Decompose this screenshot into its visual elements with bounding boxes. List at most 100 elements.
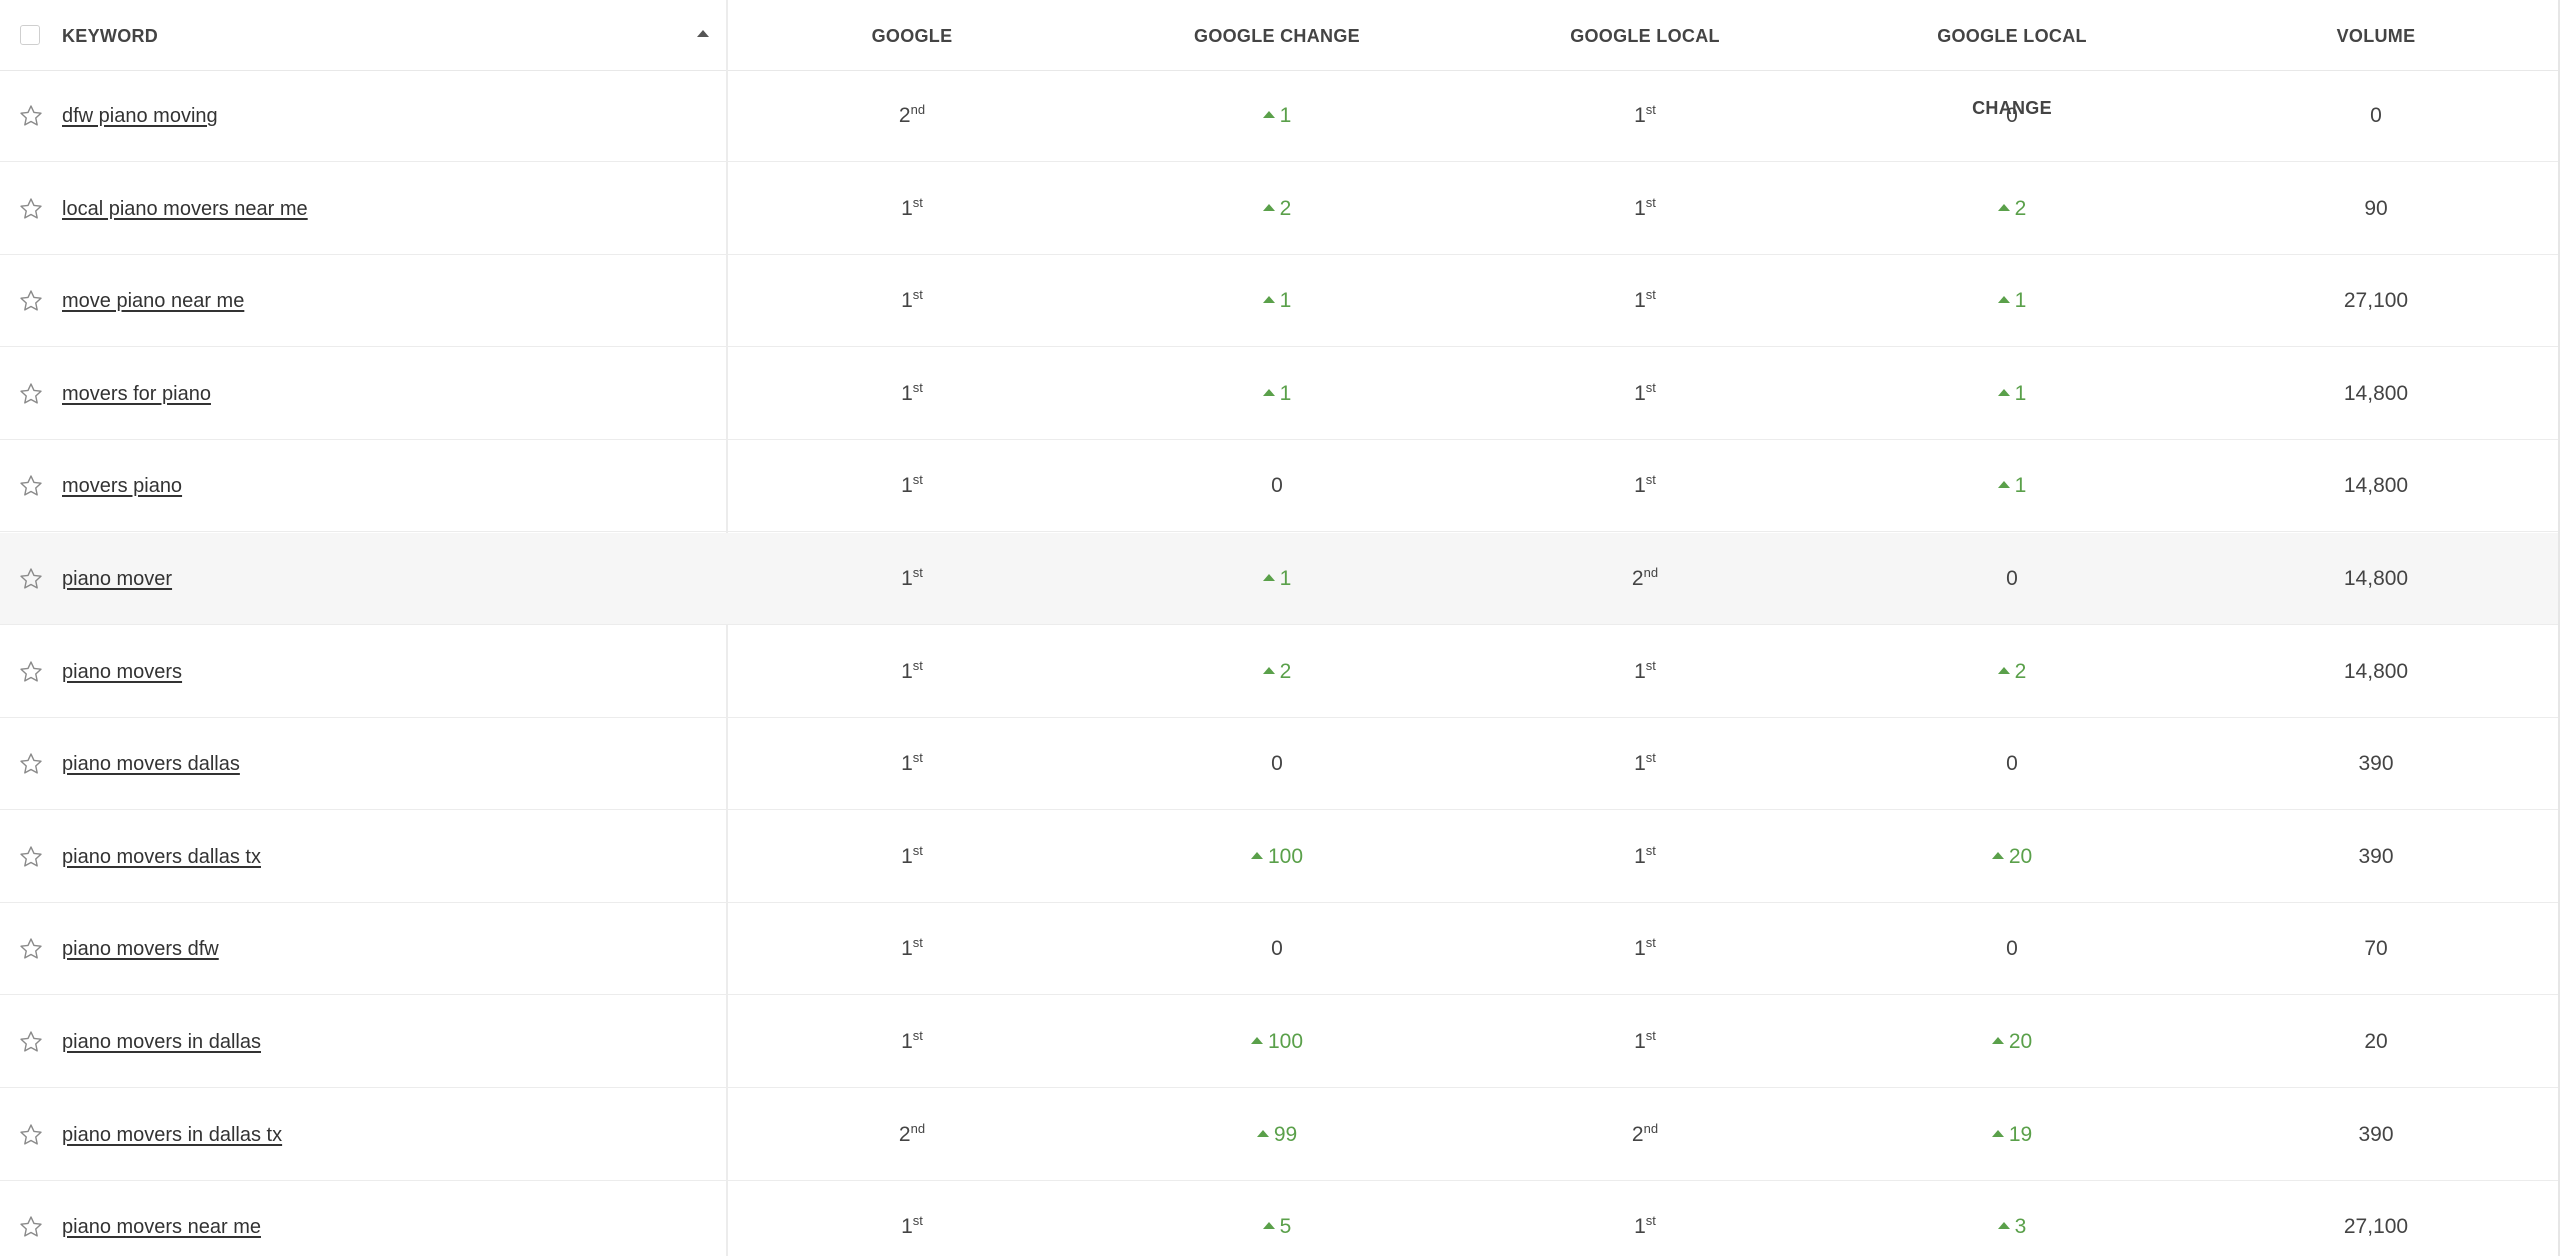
google-change: 1 — [1177, 533, 1377, 625]
table-row[interactable]: piano mover 1st 1 2nd 0 14,800 — [0, 533, 2558, 625]
rank-number: 2 — [898, 1122, 911, 1146]
rank-suffix: st — [1645, 750, 1656, 766]
keyword-link[interactable]: piano movers dallas tx — [62, 811, 261, 903]
arrow-up-icon — [1262, 111, 1275, 118]
column-header-keyword[interactable]: KEYWORD — [62, 0, 158, 70]
keyword-link[interactable]: piano movers in dallas tx — [62, 1089, 282, 1181]
keyword-link[interactable]: dfw piano moving — [62, 70, 218, 162]
star-icon[interactable] — [18, 751, 44, 777]
search-volume: 27,100 — [2343, 1215, 2409, 1239]
star-icon[interactable] — [18, 844, 44, 870]
table-row[interactable]: piano movers dfw 1st 0 1st 0 70 — [0, 903, 2558, 996]
rank-suffix: st — [912, 194, 923, 210]
star-icon[interactable] — [18, 936, 44, 962]
column-header-volume[interactable]: VOLUME — [2276, 0, 2476, 70]
search-volume: 70 — [2364, 937, 2388, 961]
google-local-rank: 1st — [1545, 440, 1745, 532]
rank-suffix: st — [1645, 379, 1656, 395]
rank-number: 1 — [1634, 659, 1646, 683]
arrow-up-icon — [1997, 296, 2010, 304]
rank-number: 1 — [901, 381, 913, 405]
table-row[interactable]: movers for piano 1st 1 1st 1 14,800 — [0, 348, 2558, 440]
google-local-rank: 1st — [1545, 70, 1745, 162]
star-icon[interactable] — [18, 473, 44, 499]
keyword-link[interactable]: piano movers — [62, 626, 182, 718]
select-all-checkbox[interactable] — [20, 25, 40, 45]
table-row[interactable]: move piano near me 1st 1 1st 1 27,100 — [0, 255, 2558, 348]
rank-suffix: st — [912, 750, 923, 766]
table-row[interactable]: movers piano 1st 0 1st 1 14,800 — [0, 440, 2558, 533]
column-header-google-change[interactable]: GOOGLE CHANGE — [1177, 0, 1377, 70]
change-value: 1 — [2014, 381, 2027, 405]
arrow-up-icon — [1262, 388, 1275, 396]
google-rank: 1st — [812, 533, 1012, 625]
star-icon[interactable] — [18, 103, 44, 129]
google-local-rank: 2nd — [1545, 533, 1745, 625]
rank-number: 1 — [901, 289, 913, 313]
google-local-change: 20 — [1912, 996, 2112, 1088]
keyword-link[interactable]: movers piano — [62, 440, 182, 532]
column-header-google-local-change[interactable]: GOOGLE LOCAL CHANGE — [1912, 0, 2112, 118]
google-local-rank: 1st — [1545, 255, 1745, 347]
table-row[interactable]: piano movers in dallas tx 2nd 99 2nd 19 390 — [0, 1089, 2558, 1181]
table-row[interactable]: dfw piano moving 2nd 1 1st 0 0 — [0, 70, 2558, 162]
keyword-link[interactable]: local piano movers near me — [62, 163, 308, 255]
google-change: 5 — [1177, 1181, 1377, 1256]
google-change: 1 — [1177, 348, 1377, 440]
search-volume: 27,100 — [2343, 289, 2409, 313]
google-local-change: 1 — [1912, 440, 2112, 532]
sort-ascending-icon[interactable] — [697, 30, 709, 37]
change-value: 0 — [2006, 752, 2018, 776]
keyword-link[interactable]: piano movers near me — [62, 1181, 261, 1256]
rank-number: 1 — [901, 567, 913, 590]
rank-suffix: st — [1645, 194, 1656, 210]
arrow-up-icon — [1997, 203, 2010, 211]
google-rank: 1st — [812, 440, 1012, 532]
star-icon[interactable] — [18, 1122, 44, 1148]
table-row[interactable]: piano movers in dallas 1st 100 1st 20 20 — [0, 996, 2558, 1088]
column-header-google-local[interactable]: GOOGLE LOCAL — [1545, 0, 1745, 70]
star-icon[interactable] — [18, 288, 44, 314]
table-row[interactable]: local piano movers near me 1st 2 1st 2 90 — [0, 163, 2558, 255]
table-row[interactable]: piano movers dallas tx 1st 100 1st 20 390 — [0, 811, 2558, 903]
rank-suffix: st — [1645, 842, 1656, 858]
google-change: 100 — [1177, 811, 1377, 903]
star-icon[interactable] — [18, 659, 44, 685]
google-local-change: 3 — [1912, 1181, 2112, 1256]
keyword-link[interactable]: move piano near me — [62, 255, 244, 347]
star-icon[interactable] — [18, 1214, 44, 1240]
google-rank: 1st — [812, 348, 1012, 440]
google-change: 1 — [1177, 70, 1377, 162]
search-volume: 390 — [2358, 1122, 2394, 1146]
arrow-up-icon — [1997, 666, 2010, 674]
google-local-rank: 1st — [1545, 348, 1745, 440]
star-icon[interactable] — [18, 1029, 44, 1055]
google-change: 0 — [1177, 718, 1377, 810]
change-value: 19 — [2008, 1122, 2033, 1146]
rank-number: 1 — [1634, 289, 1646, 313]
star-icon[interactable] — [18, 381, 44, 407]
keyword-link[interactable]: piano movers in dallas — [62, 996, 261, 1088]
google-local-rank: 1st — [1545, 903, 1745, 995]
star-icon[interactable] — [18, 566, 44, 592]
rank-number: 1 — [1634, 381, 1646, 405]
keyword-link[interactable]: piano movers dallas — [62, 718, 240, 810]
column-header-google[interactable]: GOOGLE — [812, 0, 1012, 70]
star-icon[interactable] — [18, 196, 44, 222]
table-row[interactable]: piano movers near me 1st 5 1st 3 27,100 — [0, 1181, 2558, 1256]
change-value: 1 — [1279, 381, 1292, 405]
keyword-link[interactable]: piano movers dfw — [62, 903, 219, 995]
google-rank: 1st — [812, 1181, 1012, 1256]
rank-suffix: st — [912, 472, 923, 488]
table-row[interactable]: piano movers dallas 1st 0 1st 0 390 — [0, 718, 2558, 811]
rank-suffix: nd — [910, 102, 926, 117]
keyword-link[interactable]: movers for piano — [62, 348, 211, 440]
google-local-rank: 1st — [1545, 1181, 1745, 1256]
google-change: 100 — [1177, 996, 1377, 1088]
change-value: 1 — [1279, 289, 1292, 313]
keyword-link[interactable]: piano mover — [62, 533, 172, 625]
arrow-up-icon — [1262, 574, 1275, 581]
google-local-change: 20 — [1912, 811, 2112, 903]
table-row[interactable]: piano movers 1st 2 1st 2 14,800 — [0, 626, 2558, 718]
google-change: 2 — [1177, 626, 1377, 718]
